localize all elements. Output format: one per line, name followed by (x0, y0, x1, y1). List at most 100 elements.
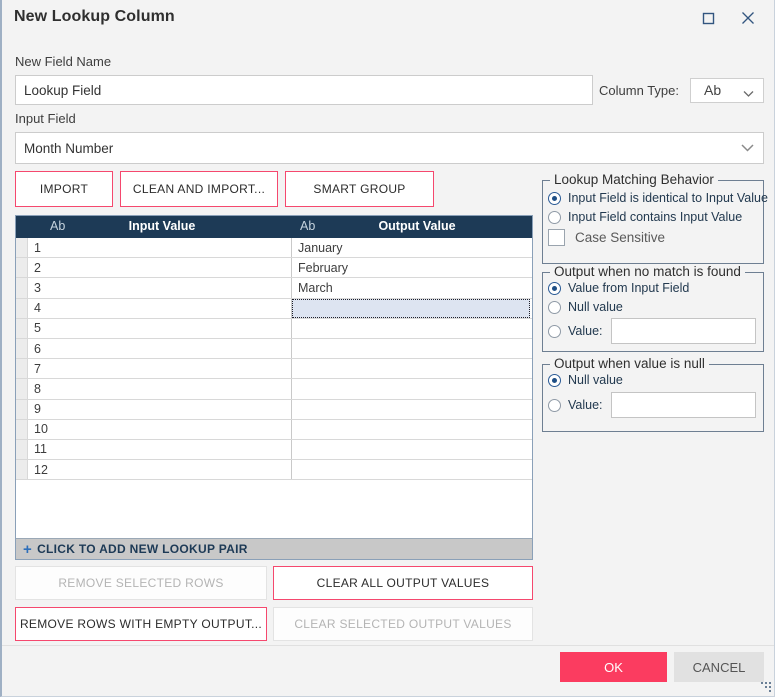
radio-null-value[interactable]: Null value (548, 300, 623, 314)
cell-input-value[interactable]: 12 (28, 460, 292, 480)
cell-output-value[interactable]: January (292, 238, 532, 258)
cell-output-value[interactable] (292, 298, 530, 318)
cell-output-value[interactable] (292, 399, 532, 419)
cell-output-value[interactable] (292, 439, 532, 460)
remove-selected-rows-button[interactable]: REMOVE SELECTED ROWS (15, 566, 267, 600)
row-selector-gutter[interactable] (16, 238, 28, 258)
table-row[interactable]: 4 (16, 298, 532, 319)
cell-input-value[interactable]: 5 (28, 318, 292, 338)
row-selector-gutter[interactable] (16, 318, 28, 338)
table-row[interactable]: 6 (16, 338, 532, 360)
cell-output-value[interactable] (292, 318, 532, 338)
table-row[interactable]: 11 (16, 439, 532, 461)
column-type-tag-icon: Ab (300, 219, 316, 233)
cell-output-value[interactable] (292, 359, 532, 379)
cell-output-value[interactable] (292, 338, 532, 359)
new-field-name-input[interactable]: Lookup Field (15, 75, 593, 105)
radio-null-value-when-null[interactable]: Null value (548, 373, 623, 387)
add-lookup-pair-button[interactable]: + CLICK TO ADD NEW LOOKUP PAIR (16, 538, 532, 559)
new-lookup-column-dialog: New Lookup Column New Field Name Lookup … (2, 0, 774, 695)
cell-input-value[interactable]: 11 (28, 439, 292, 460)
row-selector-gutter[interactable] (16, 338, 28, 359)
radio-label: Input Field contains Input Value (568, 210, 743, 224)
radio-label: Null value (568, 373, 623, 387)
table-row[interactable]: 3 March (16, 278, 532, 299)
case-sensitive-checkbox[interactable]: Case Sensitive (548, 229, 665, 246)
table-row[interactable]: 10 (16, 419, 532, 440)
radio-icon (548, 281, 561, 295)
cell-input-value[interactable]: 10 (28, 419, 292, 439)
cell-input-value[interactable]: 3 (28, 278, 292, 298)
cell-input-value[interactable]: 9 (28, 399, 292, 419)
radio-icon (548, 191, 561, 205)
table-row[interactable]: 5 (16, 318, 532, 339)
table-row[interactable]: 8 (16, 379, 532, 400)
clean-and-import-button[interactable]: CLEAN AND IMPORT... (120, 171, 278, 207)
no-match-value-input[interactable] (611, 318, 756, 344)
cell-input-value[interactable]: 6 (28, 338, 292, 359)
table-row[interactable]: 12 (16, 460, 532, 481)
radio-custom-value[interactable]: Value: (548, 324, 603, 338)
column-type-value: Ab (704, 82, 722, 98)
table-row[interactable]: 9 (16, 399, 532, 420)
column-header-input-value[interactable]: Ab Input Value (28, 216, 292, 238)
value-null-value-input[interactable] (611, 392, 756, 418)
radio-icon (548, 373, 561, 387)
group-legend: Output when no match is found (550, 264, 745, 279)
window-controls (688, 4, 768, 32)
radio-label: Value: (568, 324, 603, 338)
cell-output-value[interactable] (292, 419, 532, 439)
radio-contains-input-value[interactable]: Input Field contains Input Value (548, 210, 742, 224)
cell-output-value[interactable]: February (292, 258, 532, 278)
cell-output-value[interactable]: March (292, 278, 532, 298)
row-selector-gutter[interactable] (16, 278, 28, 298)
input-field-value: Month Number (24, 140, 114, 156)
input-field-select[interactable]: Month Number (15, 132, 764, 164)
radio-identical-to-input-value[interactable]: Input Field is identical to Input Value (548, 191, 768, 205)
row-selector-gutter[interactable] (16, 460, 28, 480)
cell-output-value[interactable] (292, 460, 532, 480)
table-row[interactable]: 2 February (16, 258, 532, 279)
column-header-output-value[interactable]: Ab Output Value (292, 216, 532, 238)
cell-input-value[interactable]: 1 (28, 238, 292, 258)
cell-output-value[interactable] (292, 379, 532, 399)
import-button[interactable]: IMPORT (15, 171, 113, 207)
smart-group-button[interactable]: SMART GROUP (285, 171, 434, 207)
column-type-select[interactable]: Ab (690, 78, 764, 103)
row-selector-gutter[interactable] (16, 359, 28, 379)
ok-button[interactable]: OK (560, 652, 667, 682)
cancel-button[interactable]: CANCEL (674, 652, 764, 682)
row-selector-gutter[interactable] (16, 298, 28, 318)
output-value-null-group: Output when value is null Null value Val… (542, 356, 764, 432)
row-selector-gutter[interactable] (16, 258, 28, 278)
lookup-table: Ab Input Value Ab Output Value 1 January 2… (15, 215, 533, 560)
radio-value-from-input-field[interactable]: Value from Input Field (548, 281, 689, 295)
table-row[interactable]: 1 January (16, 238, 532, 259)
cell-input-value[interactable]: 8 (28, 379, 292, 399)
page-title: New Lookup Column (14, 8, 175, 25)
radio-icon (548, 324, 561, 338)
remove-rows-with-empty-output-button[interactable]: REMOVE ROWS WITH EMPTY OUTPUT... (15, 607, 267, 641)
radio-label: Value from Input Field (568, 281, 690, 295)
resize-grip[interactable] (758, 679, 771, 692)
clear-all-output-values-button[interactable]: CLEAR ALL OUTPUT VALUES (273, 566, 533, 600)
close-icon[interactable] (728, 4, 768, 32)
table-gutter-header (16, 216, 28, 238)
row-selector-gutter[interactable] (16, 419, 28, 439)
cell-input-value[interactable]: 2 (28, 258, 292, 278)
row-selector-gutter[interactable] (16, 379, 28, 399)
new-field-name-label: New Field Name (15, 54, 112, 69)
maximize-icon[interactable] (688, 4, 728, 32)
clear-selected-output-values-button[interactable]: CLEAR SELECTED OUTPUT VALUES (273, 607, 533, 641)
cell-input-value[interactable]: 7 (28, 359, 292, 379)
row-selector-gutter[interactable] (16, 399, 28, 419)
input-field-label: Input Field (15, 111, 76, 126)
radio-icon (548, 398, 561, 412)
table-row[interactable]: 7 (16, 359, 532, 380)
row-selector-gutter[interactable] (16, 439, 28, 460)
radio-label: Null value (568, 300, 623, 314)
radio-icon (548, 300, 561, 314)
radio-custom-value-when-null[interactable]: Value: (548, 398, 603, 412)
cell-input-value[interactable]: 4 (28, 298, 292, 318)
new-field-name-value: Lookup Field (24, 82, 102, 98)
